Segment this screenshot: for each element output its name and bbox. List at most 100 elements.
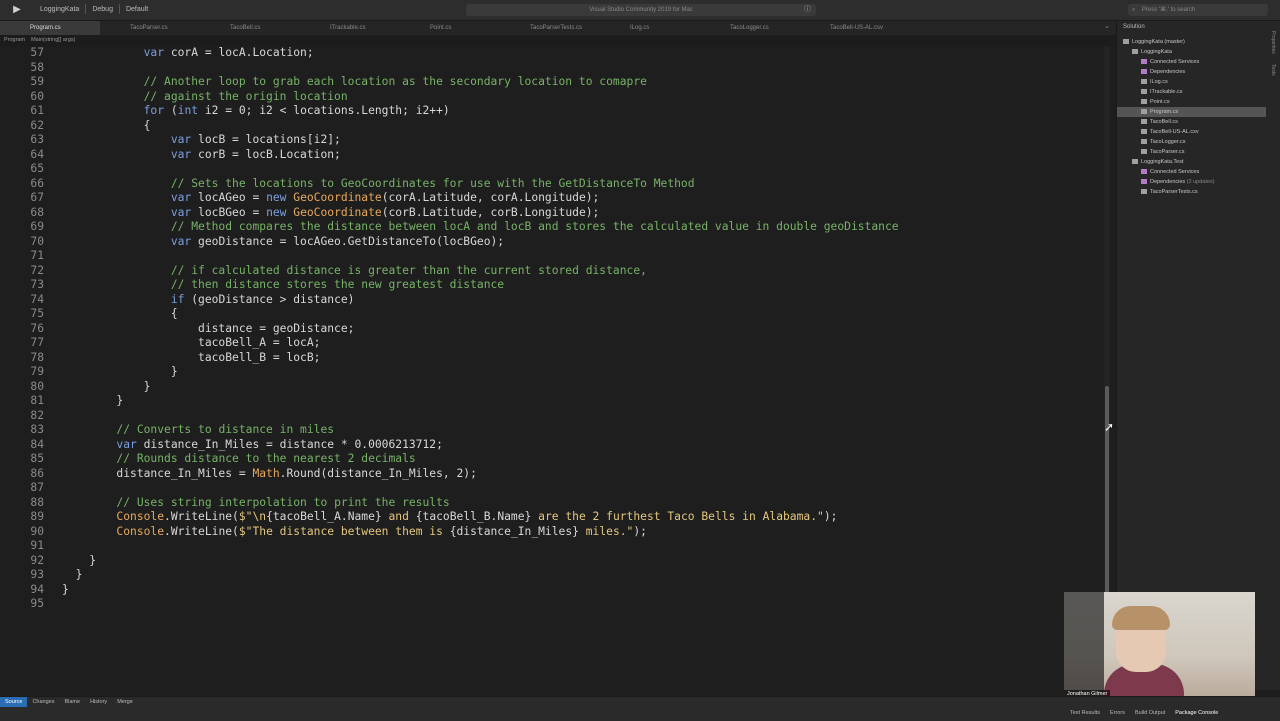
tab-tacoparsertests-cs[interactable]: TacoParserTests.cs xyxy=(500,21,600,35)
code-line[interactable]: 71 xyxy=(0,249,1100,263)
solution-item[interactable]: LoggingKata xyxy=(1117,47,1267,57)
solution-item[interactable]: TacoParser.cs xyxy=(1117,147,1267,157)
tab-overflow-icon[interactable]: ⌄ xyxy=(1104,22,1110,30)
pad-errors[interactable]: Errors xyxy=(1110,710,1125,716)
code-line[interactable]: 81 } xyxy=(0,394,1100,408)
code-line[interactable]: 69 // Method compares the distance betwe… xyxy=(0,220,1100,234)
solution-item[interactable]: TacoLogger.cs xyxy=(1117,137,1267,147)
code-line[interactable]: 62 { xyxy=(0,119,1100,133)
pad-properties[interactable]: Properties xyxy=(1270,31,1276,54)
code-text[interactable]: // Sets the locations to GeoCoordinates … xyxy=(62,177,695,191)
code-text[interactable]: { xyxy=(62,307,178,321)
vcs-tab-history[interactable]: History xyxy=(85,697,112,707)
code-text[interactable]: // Another loop to grab each location as… xyxy=(62,75,647,89)
solution-item[interactable]: TacoBell-US-AL.csv xyxy=(1117,127,1267,137)
code-line[interactable]: 82 xyxy=(0,409,1100,423)
project-selector[interactable]: LoggingKata xyxy=(40,6,79,13)
code-line[interactable]: 73 // then distance stores the new great… xyxy=(0,278,1100,292)
solution-item[interactable]: Connected Services xyxy=(1117,167,1267,177)
config-selector[interactable]: Debug xyxy=(92,6,113,13)
code-line[interactable]: 84 var distance_In_Miles = distance * 0.… xyxy=(0,438,1100,452)
pad-package-console[interactable]: Package Console xyxy=(1175,710,1218,716)
code-text[interactable]: } xyxy=(62,568,83,582)
code-text[interactable]: var locAGeo = new GeoCoordinate(corA.Lat… xyxy=(62,191,600,205)
code-line[interactable]: 61 for (int i2 = 0; i2 < locations.Lengt… xyxy=(0,104,1100,118)
code-text[interactable]: } xyxy=(62,583,69,597)
code-line[interactable]: 59 // Another loop to grab each location… xyxy=(0,75,1100,89)
code-text[interactable]: for (int i2 = 0; i2 < locations.Length; … xyxy=(62,104,450,118)
code-text[interactable]: { xyxy=(62,119,151,133)
solution-item[interactable]: Dependencies (2 updates) xyxy=(1117,177,1267,187)
code-text[interactable]: Console.WriteLine($"\n{tacoBell_A.Name} … xyxy=(62,510,837,524)
code-line[interactable]: 66 // Sets the locations to GeoCoordinat… xyxy=(0,177,1100,191)
tab-tacobell-cs[interactable]: TacoBell.cs xyxy=(200,21,300,35)
code-text[interactable]: } xyxy=(62,380,151,394)
code-line[interactable]: 65 xyxy=(0,162,1100,176)
code-text[interactable]: } xyxy=(62,365,178,379)
solution-item[interactable]: LoggingKata (master) xyxy=(1117,37,1267,47)
code-text[interactable]: var corA = locA.Location; xyxy=(62,46,314,60)
code-line[interactable]: 70 var geoDistance = locAGeo.GetDistance… xyxy=(0,235,1100,249)
code-line[interactable]: 64 var corB = locB.Location; xyxy=(0,148,1100,162)
solution-item[interactable]: TacoParserTests.cs xyxy=(1117,187,1267,197)
code-line[interactable]: 90 Console.WriteLine($"The distance betw… xyxy=(0,525,1100,539)
code-line[interactable]: 63 var locB = locations[i2]; xyxy=(0,133,1100,147)
code-line[interactable]: 94} xyxy=(0,583,1100,597)
run-button[interactable]: ▶ xyxy=(10,3,24,17)
code-line[interactable]: 92 } xyxy=(0,554,1100,568)
target-selector[interactable]: Default xyxy=(126,6,148,13)
code-text[interactable]: var locB = locations[i2]; xyxy=(62,133,341,147)
code-line[interactable]: 74 if (geoDistance > distance) xyxy=(0,293,1100,307)
tab-tacologger-cs[interactable]: TacoLogger.cs xyxy=(700,21,800,35)
tab-tacoparser-cs[interactable]: TacoParser.cs xyxy=(100,21,200,35)
code-line[interactable]: 87 xyxy=(0,481,1100,495)
code-line[interactable]: 91 xyxy=(0,539,1100,553)
search-input[interactable]: ⌕ Press '⌘.' to search xyxy=(1128,4,1268,16)
code-editor[interactable]: 57 var corA = locA.Location; 58 59 // Anot… xyxy=(0,46,1104,690)
code-line[interactable]: 77 tacoBell_A = locA; xyxy=(0,336,1100,350)
tab-point-cs[interactable]: Point.cs xyxy=(400,21,500,35)
code-line[interactable]: 85 // Rounds distance to the nearest 2 d… xyxy=(0,452,1100,466)
code-line[interactable]: 67 var locAGeo = new GeoCoordinate(corA.… xyxy=(0,191,1100,205)
code-text[interactable]: var corB = locB.Location; xyxy=(62,148,341,162)
vcs-tab-merge[interactable]: Merge xyxy=(112,697,138,707)
code-text[interactable]: // Rounds distance to the nearest 2 deci… xyxy=(62,452,415,466)
code-line[interactable]: 83 // Converts to distance in miles xyxy=(0,423,1100,437)
code-text[interactable]: distance_In_Miles = Math.Round(distance_… xyxy=(62,467,477,481)
pad-tests[interactable]: Tests xyxy=(1270,64,1276,76)
pad-test-results[interactable]: Test Results xyxy=(1070,710,1100,716)
vcs-tab-blame[interactable]: Blame xyxy=(59,697,85,707)
code-text[interactable]: distance = geoDistance; xyxy=(62,322,354,336)
code-text[interactable]: // Converts to distance in miles xyxy=(62,423,334,437)
solution-item[interactable]: LoggingKata.Test xyxy=(1117,157,1267,167)
tab-tacobell-us-al-csv[interactable]: TacoBell-US-AL.csv xyxy=(800,21,900,35)
code-text[interactable]: } xyxy=(62,554,96,568)
breadcrumb-method[interactable]: Main(string[] args) xyxy=(31,35,75,46)
solution-item[interactable]: Point.cs xyxy=(1117,97,1267,107)
solution-item[interactable]: Connected Services xyxy=(1117,57,1267,67)
code-text[interactable]: // Uses string interpolation to print th… xyxy=(62,496,449,510)
code-line[interactable]: 88 // Uses string interpolation to print… xyxy=(0,496,1100,510)
code-text[interactable]: var distance_In_Miles = distance * 0.000… xyxy=(62,438,442,452)
code-text[interactable]: if (geoDistance > distance) xyxy=(62,293,355,307)
code-text[interactable]: // against the origin location xyxy=(62,90,348,104)
code-line[interactable]: 72 // if calculated distance is greater … xyxy=(0,264,1100,278)
code-text[interactable]: // if calculated distance is greater tha… xyxy=(62,264,647,278)
pad-build-output[interactable]: Build Output xyxy=(1135,710,1165,716)
code-line[interactable]: 60 // against the origin location xyxy=(0,90,1100,104)
info-icon[interactable]: ⓘ xyxy=(804,4,811,16)
code-line[interactable]: 57 var corA = locA.Location; xyxy=(0,46,1100,60)
code-line[interactable]: 93 } xyxy=(0,568,1100,582)
vcs-tab-source[interactable]: Source xyxy=(0,697,28,707)
code-line[interactable]: 76 distance = geoDistance; xyxy=(0,322,1100,336)
code-text[interactable]: tacoBell_B = locB; xyxy=(62,351,320,365)
code-text[interactable]: var geoDistance = locAGeo.GetDistanceTo(… xyxy=(62,235,504,249)
code-text[interactable]: Console.WriteLine($"The distance between… xyxy=(62,525,647,539)
solution-item[interactable]: Program.cs xyxy=(1117,107,1267,117)
solution-item[interactable]: ITrackable.cs xyxy=(1117,87,1267,97)
solution-item[interactable]: ILog.cs xyxy=(1117,77,1267,87)
code-line[interactable]: 79 } xyxy=(0,365,1100,379)
solution-item[interactable]: Dependencies xyxy=(1117,67,1267,77)
breadcrumb-class[interactable]: Program xyxy=(4,35,25,46)
code-text[interactable]: // then distance stores the new greatest… xyxy=(62,278,504,292)
